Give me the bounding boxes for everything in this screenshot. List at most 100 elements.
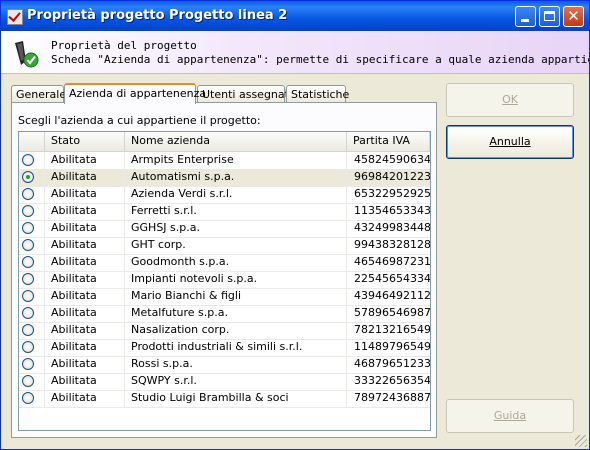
cell-nome-azienda: Mario Bianchi & figli bbox=[125, 288, 347, 305]
row-radio-cell[interactable] bbox=[19, 271, 45, 288]
table-row[interactable]: Abilitata Prodotti industriali & simili s… bbox=[19, 339, 430, 357]
help-button[interactable]: Guida bbox=[446, 399, 574, 433]
cell-partita-iva: 46879651233... bbox=[354, 357, 430, 370]
row-radio-cell[interactable] bbox=[19, 356, 45, 373]
table-row[interactable]: Abilitata Studio Luigi Brambilla & soci 78… bbox=[19, 390, 430, 408]
cell-nome-azienda: Studio Luigi Brambilla & soci bbox=[125, 390, 347, 407]
row-radio-cell[interactable] bbox=[19, 186, 45, 203]
radio-button[interactable] bbox=[22, 324, 34, 336]
radio-button[interactable] bbox=[22, 256, 34, 268]
cell-nome-azienda: Nasalization corp. bbox=[125, 322, 347, 339]
radio-button[interactable] bbox=[22, 188, 34, 200]
table-row[interactable]: AbilitataSQWPY s.r.l. 33322656354... bbox=[19, 373, 430, 391]
radio-button[interactable] bbox=[22, 290, 34, 302]
cell-nome-azienda: Armpits Enterprise bbox=[125, 152, 347, 169]
table-row[interactable]: AbilitataGGHSJ s.p.a. 43249983448... bbox=[19, 220, 430, 238]
tab-azienda-di-appartenenza[interactable]: Azienda di appartenenza bbox=[64, 83, 206, 104]
radio-button[interactable] bbox=[22, 171, 34, 183]
radio-button[interactable] bbox=[22, 341, 34, 353]
cell-stato: Abilitata bbox=[45, 356, 125, 373]
properties-dialog: Proprietà progetto Progetto linea 2 ✕ Pr… bbox=[0, 0, 590, 450]
maximize-icon bbox=[544, 11, 555, 21]
close-icon: ✕ bbox=[567, 7, 580, 25]
row-radio-cell[interactable] bbox=[19, 305, 45, 322]
tab-utenti-assegnati[interactable]: Utenti assegnati bbox=[197, 85, 292, 103]
cell-stato: Abilitata bbox=[45, 288, 125, 305]
row-radio-cell[interactable] bbox=[19, 237, 45, 254]
row-radio-cell[interactable] bbox=[19, 339, 45, 356]
row-radio-cell[interactable] bbox=[19, 390, 45, 407]
close-button[interactable]: ✕ bbox=[563, 6, 584, 27]
table-row[interactable]: Abilitata Impianti notevoli s.p.a. 2254565… bbox=[19, 271, 430, 289]
table-row[interactable]: Abilitata Mario Bianchi & figli 4394649211… bbox=[19, 288, 430, 306]
row-radio-cell[interactable] bbox=[19, 152, 45, 169]
ok-button[interactable]: OK bbox=[446, 83, 574, 117]
radio-button[interactable] bbox=[22, 392, 34, 404]
table-row[interactable]: AbilitataMetalfuture s.p.a. 57896546987..… bbox=[19, 305, 430, 323]
column-header-stato[interactable]: Stato bbox=[45, 132, 125, 151]
table-row[interactable]: AbilitataArmpits Enterprise 45824590634..… bbox=[19, 152, 430, 170]
cell-stato: Abilitata bbox=[45, 373, 125, 390]
table-row[interactable]: AbilitataAzienda Verdi s.r.l. 65322952925… bbox=[19, 186, 430, 204]
radio-button[interactable] bbox=[22, 358, 34, 370]
cell-stato: Abilitata bbox=[45, 152, 125, 169]
table-row[interactable]: AbilitataGoodmonth s.p.a. 46546987231... bbox=[19, 254, 430, 272]
cell-nome-azienda: Prodotti industriali & simili s.r.l. bbox=[125, 339, 347, 356]
instruction-label: Scegli l'azienda a cui appartiene il pro… bbox=[18, 114, 261, 127]
cell-partita-iva: 96984201223... bbox=[354, 170, 430, 183]
cell-nome-azienda: GHT corp. bbox=[125, 237, 347, 254]
cell-nome-azienda: Impianti notevoli s.p.a. bbox=[125, 271, 347, 288]
radio-button[interactable] bbox=[22, 239, 34, 251]
tab-generale[interactable]: Generale bbox=[11, 85, 66, 103]
cell-partita-iva: 33322656354... bbox=[354, 374, 430, 387]
table-row[interactable]: AbilitataGHT corp. 99438328128... bbox=[19, 237, 430, 255]
table-row[interactable]: AbilitataNasalization corp. 78213216549..… bbox=[19, 322, 430, 340]
cell-stato: Abilitata bbox=[45, 390, 125, 407]
row-radio-cell[interactable] bbox=[19, 169, 45, 186]
radio-button[interactable] bbox=[22, 205, 34, 217]
minimize-button[interactable] bbox=[515, 6, 536, 27]
cell-partita-iva: 45824590634... bbox=[354, 153, 430, 166]
cell-partita-iva: 43946492112... bbox=[354, 289, 430, 302]
cell-stato: Abilitata bbox=[45, 271, 125, 288]
row-radio-cell[interactable] bbox=[19, 254, 45, 271]
column-header-partita-iva[interactable]: Partita IVA bbox=[347, 132, 430, 151]
row-radio-cell[interactable] bbox=[19, 322, 45, 339]
app-check-icon bbox=[7, 9, 23, 25]
cell-stato: Abilitata bbox=[45, 237, 125, 254]
cell-nome-azienda: Automatismi s.p.a. bbox=[125, 169, 347, 186]
help-button-label: Guida bbox=[493, 409, 527, 422]
row-radio-cell[interactable] bbox=[19, 203, 45, 220]
column-header-nome-azienda[interactable]: Nome azienda bbox=[125, 132, 347, 151]
tab-statistiche[interactable]: Statistiche bbox=[286, 85, 349, 103]
title-bar[interactable]: Proprietà progetto Progetto linea 2 ✕ bbox=[1, 1, 589, 31]
cell-stato: Abilitata bbox=[45, 220, 125, 237]
row-radio-cell[interactable] bbox=[19, 220, 45, 237]
table-row[interactable]: AbilitataFerretti s.r.l. 11354653343... bbox=[19, 203, 430, 221]
tab-panel: Scegli l'azienda a cui appartiene il pro… bbox=[11, 102, 437, 438]
radio-button[interactable] bbox=[22, 273, 34, 285]
radio-column-header[interactable] bbox=[19, 132, 45, 151]
ok-button-label: OK bbox=[502, 93, 518, 106]
cell-nome-azienda: GGHSJ s.p.a. bbox=[125, 220, 347, 237]
resize-grip[interactable] bbox=[575, 435, 587, 447]
table-row[interactable]: AbilitataAutomatismi s.p.a. 96984201223..… bbox=[19, 169, 430, 187]
radio-button[interactable] bbox=[22, 375, 34, 387]
cell-stato: Abilitata bbox=[45, 305, 125, 322]
cell-stato: Abilitata bbox=[45, 169, 125, 186]
cancel-button[interactable]: Annulla bbox=[446, 125, 574, 159]
cell-nome-azienda: SQWPY s.r.l. bbox=[125, 373, 347, 390]
cell-nome-azienda: Azienda Verdi s.r.l. bbox=[125, 186, 347, 203]
row-radio-cell[interactable] bbox=[19, 373, 45, 390]
radio-button[interactable] bbox=[22, 307, 34, 319]
cell-partita-iva: 78972436887... bbox=[354, 391, 430, 404]
radio-button[interactable] bbox=[22, 222, 34, 234]
minimize-icon bbox=[521, 19, 529, 22]
company-grid[interactable]: Stato Nome azienda Partita IVA Abilitata… bbox=[18, 131, 431, 431]
cell-stato: Abilitata bbox=[45, 254, 125, 271]
radio-button[interactable] bbox=[22, 154, 34, 166]
maximize-button[interactable] bbox=[539, 6, 560, 27]
table-row[interactable]: AbilitataRossi s.p.a. 46879651233... bbox=[19, 356, 430, 374]
cell-partita-iva: 43249983448... bbox=[354, 221, 430, 234]
row-radio-cell[interactable] bbox=[19, 288, 45, 305]
